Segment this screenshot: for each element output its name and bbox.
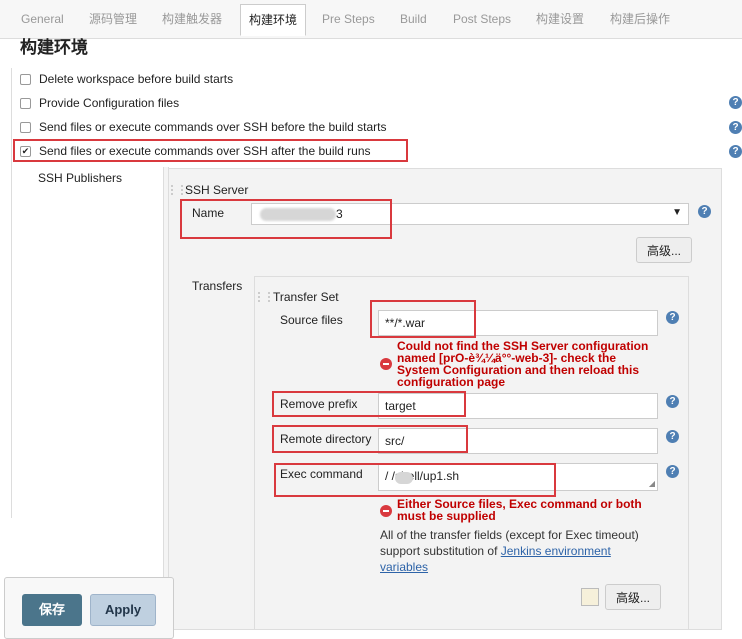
option-delete-workspace[interactable]: Delete workspace before build starts <box>20 70 233 88</box>
tab-pre-steps[interactable]: Pre Steps <box>314 4 383 34</box>
highlight-box <box>272 391 466 417</box>
tab-post-build-actions[interactable]: 构建后操作 <box>602 4 678 34</box>
help-icon[interactable]: ? <box>666 430 679 443</box>
error-line: configuration page <box>397 375 505 389</box>
highlight-box <box>274 463 556 497</box>
resize-handle-icon[interactable]: ◢ <box>649 480 655 488</box>
drag-handle-icon[interactable] <box>171 185 183 195</box>
ssh-publishers-label: SSH Publishers <box>38 171 123 185</box>
tab-build-settings[interactable]: 构建设置 <box>528 4 592 34</box>
checkbox-icon[interactable] <box>20 73 31 85</box>
help-icon[interactable]: ? <box>729 96 742 109</box>
error-icon <box>380 358 392 370</box>
help-icon[interactable]: ? <box>666 395 679 408</box>
drag-handle-icon[interactable] <box>258 292 270 302</box>
error-line: must be supplied <box>397 509 496 523</box>
ssh-server-label: SSH Server <box>185 183 249 197</box>
help-icon[interactable]: ? <box>729 145 742 158</box>
description-line: support substitution of <box>380 544 498 558</box>
option-ssh-before-build[interactable]: Send files or execute commands over SSH … <box>20 118 387 136</box>
source-files-label: Source files <box>280 313 343 327</box>
error-icon <box>380 505 392 517</box>
checkbox-icon[interactable] <box>20 97 31 109</box>
highlight-box <box>13 139 408 162</box>
highlight-box <box>272 425 468 453</box>
jenkins-env-link[interactable]: Jenkins environment <box>501 544 611 558</box>
tab-build-environment[interactable]: 构建环境 <box>240 4 307 36</box>
option-label: Send files or execute commands over SSH … <box>39 120 387 134</box>
tab-general[interactable]: General <box>13 4 72 34</box>
checkbox-icon[interactable] <box>20 121 31 133</box>
highlight-box <box>180 199 392 239</box>
notepad-icon <box>581 588 599 606</box>
section-title: 构建环境 <box>20 38 88 57</box>
highlight-box <box>370 300 476 338</box>
apply-button[interactable]: Apply <box>90 594 156 626</box>
transfer-advanced-button[interactable]: 高级... <box>605 584 662 610</box>
help-icon[interactable]: ? <box>729 121 742 134</box>
chevron-down-icon: ▼ <box>672 207 682 218</box>
exec-command-error: Either Source files, Exec command or bot… <box>397 498 642 522</box>
option-provide-config-files[interactable]: Provide Configuration files <box>20 94 179 112</box>
config-tab-bar: General 源码管理 构建触发器 构建环境 Pre Steps Build … <box>0 0 742 39</box>
tab-post-steps[interactable]: Post Steps <box>445 4 519 34</box>
tab-build-triggers[interactable]: 构建触发器 <box>154 4 230 34</box>
help-icon[interactable]: ? <box>666 311 679 324</box>
tab-build[interactable]: Build <box>392 4 435 34</box>
save-button[interactable]: 保存 <box>22 594 82 626</box>
transfer-description: All of the transfer fields (except for E… <box>380 527 639 575</box>
section-divider <box>11 68 12 518</box>
help-icon[interactable]: ? <box>698 205 711 218</box>
server-advanced-button[interactable]: 高级... <box>636 237 693 263</box>
transfers-label: Transfers <box>192 279 243 293</box>
tab-source-code-management[interactable]: 源码管理 <box>81 4 145 34</box>
source-files-error: Could not find the SSH Server configurat… <box>397 340 648 388</box>
variables-link[interactable]: variables <box>380 560 428 574</box>
transfer-set-label: Transfer Set <box>273 290 339 304</box>
description-line: All of the transfer fields (except for E… <box>380 528 639 542</box>
option-label: Provide Configuration files <box>39 96 180 110</box>
option-label: Delete workspace before build starts <box>39 72 234 86</box>
help-icon[interactable]: ? <box>666 465 679 478</box>
